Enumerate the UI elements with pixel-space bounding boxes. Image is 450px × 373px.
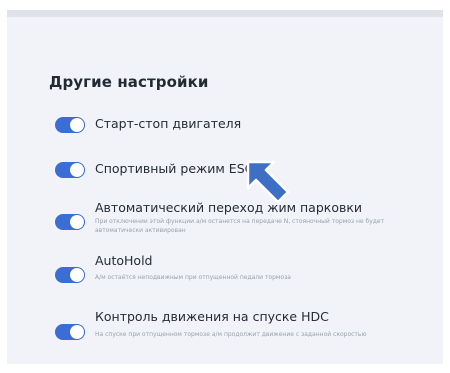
sport-esc-toggle[interactable] — [55, 162, 85, 178]
setting-description: А/м остаётся неподвижным при отпущенной … — [95, 274, 291, 281]
autohold-toggle[interactable] — [55, 267, 85, 283]
hdc-toggle[interactable] — [55, 324, 85, 340]
toggle-knob — [70, 163, 84, 177]
section-title: Другие настройки — [49, 73, 209, 91]
setting-label: Контроль движения на спуске HDC — [95, 309, 329, 324]
setting-label: Спортивный режим ESC — [95, 161, 254, 176]
start-stop-toggle[interactable] — [55, 117, 85, 133]
toggle-knob — [70, 325, 84, 339]
toggle-knob — [70, 268, 84, 282]
setting-description: При отключении этой функции а/м останетс… — [95, 218, 385, 234]
settings-panel: Другие настройки Старт-стоп двигателя Сп… — [7, 10, 443, 364]
toggle-knob — [70, 215, 84, 229]
setting-label: Старт-стоп двигателя — [95, 116, 242, 131]
auto-park-toggle[interactable] — [55, 214, 85, 230]
setting-label: AutoHold — [95, 253, 153, 268]
toggle-knob — [70, 118, 84, 132]
setting-description: На спуске при отпущенном тормозе а/м про… — [95, 331, 367, 338]
setting-label: Автоматический переход жим парковки — [95, 200, 363, 215]
